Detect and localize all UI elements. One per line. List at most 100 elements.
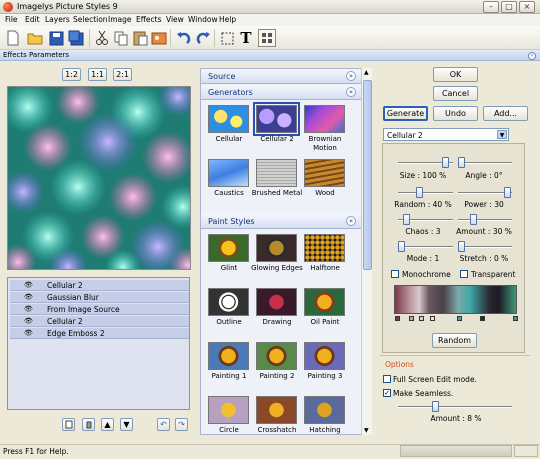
paste-icon[interactable] (131, 29, 149, 47)
chevron-down-icon[interactable]: ▼ (497, 130, 507, 139)
visibility-eye-icon[interactable]: 👁 (24, 281, 33, 289)
painting-2-thumbnail[interactable] (256, 342, 297, 370)
amount-slider[interactable] (458, 214, 512, 226)
drawing-thumbnail[interactable] (256, 288, 297, 316)
gradient-stop[interactable] (409, 316, 414, 321)
scroll-up-icon[interactable]: ▲ (364, 69, 369, 76)
move-down-button[interactable]: ▼ (120, 418, 133, 431)
color-gradient-bar[interactable] (394, 285, 517, 314)
random-slider[interactable] (398, 187, 453, 199)
save-as-icon[interactable] (67, 29, 85, 47)
menu-help[interactable]: Help (219, 15, 236, 24)
size-slider[interactable] (398, 157, 453, 169)
list-item[interactable]: 👁 Edge Emboss 2 (10, 328, 189, 339)
move-up-button[interactable]: ▲ (101, 418, 114, 431)
random-button[interactable]: Random (432, 333, 477, 348)
import-image-icon[interactable] (150, 29, 168, 47)
painting-1-thumbnail[interactable] (208, 342, 249, 370)
zoom-half-button[interactable]: 1:2 (62, 68, 81, 81)
visibility-eye-icon[interactable]: 👁 (24, 305, 33, 313)
monochrome-checkbox[interactable] (391, 270, 399, 278)
stretch-slider[interactable] (458, 241, 512, 253)
cellular-2-thumbnail[interactable] (253, 102, 300, 136)
halftone-thumbnail[interactable] (304, 234, 345, 262)
fullscreen-checkbox[interactable] (383, 375, 391, 383)
oil-paint-thumbnail[interactable] (304, 288, 345, 316)
seamless-checkbox[interactable]: ✓ (383, 389, 391, 397)
gradient-stop[interactable] (480, 316, 485, 321)
circle-thumbnail[interactable] (208, 396, 249, 424)
menu-layers[interactable]: Layers (45, 15, 70, 24)
category-source-header[interactable]: Source» (201, 69, 362, 84)
glint-thumbnail[interactable] (208, 234, 249, 262)
mode-slider[interactable] (398, 241, 453, 253)
angle-slider[interactable] (458, 157, 512, 169)
gradient-stop[interactable] (430, 316, 435, 321)
select-rectangle-icon[interactable] (218, 29, 236, 47)
panel-collapse-icon[interactable]: › (528, 52, 536, 60)
menu-edit[interactable]: Edit (25, 15, 40, 24)
undo-button[interactable]: Undo (433, 106, 478, 121)
list-item[interactable]: 👁 Gaussian Blur (10, 292, 189, 303)
visibility-eye-icon[interactable]: 👁 (24, 329, 33, 337)
transparent-checkbox[interactable] (460, 270, 468, 278)
list-item[interactable]: 👁 From Image Source (10, 304, 189, 315)
gradient-stop[interactable] (457, 316, 462, 321)
list-item[interactable]: 👁 Cellular 2 (10, 280, 189, 291)
caustics-thumbnail[interactable] (208, 159, 249, 187)
open-folder-icon[interactable] (26, 29, 44, 47)
wood-thumbnail[interactable] (304, 159, 345, 187)
copy-icon[interactable] (112, 29, 130, 47)
new-document-icon[interactable] (4, 29, 22, 47)
menu-view[interactable]: View (166, 15, 184, 24)
power-slider[interactable] (458, 187, 512, 199)
list-item[interactable]: 👁 Cellular 2 (10, 316, 189, 327)
effect-preview-image[interactable] (7, 86, 191, 270)
brushed-metal-thumbnail[interactable] (256, 159, 297, 187)
scrollbar-thumb[interactable] (363, 80, 372, 270)
zoom-2-button[interactable]: 2:1 (113, 68, 132, 81)
chevron-up-icon[interactable]: « (346, 87, 356, 97)
hatching-thumbnail[interactable] (304, 396, 345, 424)
list-undo-button[interactable]: ↶ (157, 418, 170, 431)
export-effect-button[interactable] (62, 418, 75, 431)
cellular-thumbnail[interactable] (208, 105, 249, 133)
painting-3-thumbnail[interactable] (304, 342, 345, 370)
gradient-stop[interactable] (419, 316, 424, 321)
menu-file[interactable]: File (5, 15, 18, 24)
menu-image[interactable]: Image (108, 15, 132, 24)
brownian-motion-thumbnail[interactable] (304, 105, 345, 133)
seamless-amount-slider[interactable] (398, 401, 512, 413)
chaos-slider[interactable] (398, 214, 453, 226)
menu-window[interactable]: Window (188, 15, 218, 24)
gradient-stop[interactable] (395, 316, 400, 321)
visibility-eye-icon[interactable]: 👁 (24, 317, 33, 325)
menu-effects[interactable]: Effects (136, 15, 162, 24)
visibility-eye-icon[interactable]: 👁 (24, 293, 33, 301)
ok-button[interactable]: OK (433, 67, 478, 82)
chevron-up-icon[interactable]: « (346, 216, 356, 226)
glowing-edges-thumbnail[interactable] (256, 234, 297, 262)
text-tool-icon[interactable]: T (237, 29, 255, 47)
list-redo-button[interactable]: ↷ (175, 418, 188, 431)
crosshatch-thumbnail[interactable] (256, 396, 297, 424)
zoom-1-button[interactable]: 1:1 (88, 68, 107, 81)
maximize-button[interactable]: □ (501, 1, 517, 13)
delete-effect-button[interactable] (82, 418, 95, 431)
category-paint-styles-header[interactable]: Paint Styles « (201, 214, 362, 229)
scroll-down-icon[interactable]: ▼ (364, 427, 369, 434)
effect-select[interactable]: Cellular 2 ▼ (383, 128, 509, 141)
minimize-button[interactable]: – (483, 1, 499, 13)
cancel-button[interactable]: Cancel (433, 86, 478, 101)
generate-button[interactable]: Generate (383, 106, 428, 121)
layout-icon[interactable] (258, 29, 276, 47)
add-button[interactable]: Add... (483, 106, 528, 121)
category-generators-header[interactable]: Generators « (201, 85, 362, 100)
close-button[interactable]: × (519, 1, 535, 13)
cut-icon[interactable] (93, 29, 111, 47)
chevron-down-icon[interactable]: » (346, 71, 356, 81)
menu-selection[interactable]: Selection (73, 15, 108, 24)
save-icon[interactable] (47, 29, 65, 47)
category-scrollbar[interactable]: ▲ ▼ (361, 68, 372, 435)
redo-icon[interactable] (194, 29, 212, 47)
